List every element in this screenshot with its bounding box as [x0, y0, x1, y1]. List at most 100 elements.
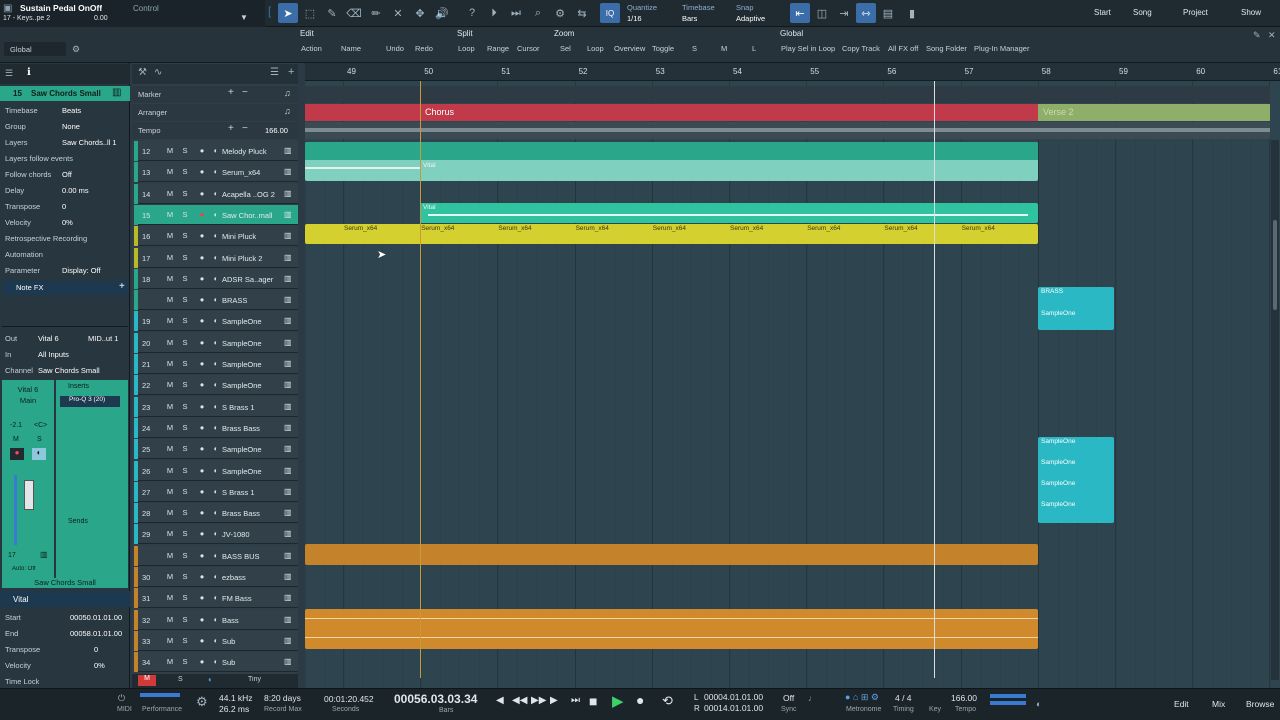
- monitor-button[interactable]: ◐: [210, 358, 222, 370]
- scroll-thumb[interactable]: [1273, 220, 1277, 310]
- solo-button[interactable]: S: [179, 614, 191, 626]
- track-row[interactable]: 17 M S ● ◐ Mini Pluck 2 ▥: [134, 247, 298, 268]
- track-name[interactable]: SampleOne: [222, 381, 284, 390]
- gear-icon[interactable]: ⚙: [550, 3, 570, 23]
- bars-display[interactable]: 00056.03.03.34: [394, 692, 477, 706]
- track-size-select[interactable]: Tiny: [248, 676, 261, 683]
- clip-melody-serum[interactable]: Vital: [305, 142, 1038, 181]
- snap-loop-icon[interactable]: ⇿: [856, 3, 876, 23]
- solo-button[interactable]: S: [179, 465, 191, 477]
- inspector-row[interactable]: Transpose 0: [0, 199, 130, 215]
- loop-icon[interactable]: ⟲: [662, 693, 673, 709]
- monitor-icon[interactable]: ◐: [208, 675, 213, 684]
- menu-icon[interactable]: ☰: [5, 68, 13, 79]
- iq-button[interactable]: IQ: [600, 3, 620, 23]
- monitor-button[interactable]: ◐: [210, 166, 222, 178]
- zoom-loop-button[interactable]: Loop: [587, 44, 604, 56]
- track-name[interactable]: Mini Pluck: [222, 232, 284, 241]
- solo-button[interactable]: S: [179, 188, 191, 200]
- inspector-row-value[interactable]: 0.00 ms: [62, 186, 122, 195]
- inspector-row-value[interactable]: 0: [62, 202, 122, 211]
- solo-button[interactable]: S: [179, 166, 191, 178]
- view-browse-button[interactable]: Browse: [1246, 699, 1274, 709]
- track-row[interactable]: 26 M S ● ◐ SampleOne ▥: [134, 460, 298, 481]
- mute-button[interactable]: M: [164, 145, 176, 157]
- undo-button[interactable]: Undo: [386, 44, 404, 56]
- listen-tool-icon[interactable]: 🔊: [432, 3, 452, 23]
- inspector-row-value[interactable]: 0%: [62, 218, 122, 227]
- mute-button[interactable]: M: [164, 550, 176, 562]
- timeline-ruler[interactable]: [305, 63, 1280, 81]
- solo-button[interactable]: S: [179, 401, 191, 413]
- arranger-section-verse2[interactable]: Verse 2: [1038, 104, 1270, 121]
- tempo-display[interactable]: 166.00: [951, 693, 977, 703]
- mute-button[interactable]: M: [164, 571, 176, 583]
- strip-volume[interactable]: -2.1: [10, 422, 22, 429]
- close-icon[interactable]: ✕: [1268, 30, 1276, 41]
- pin-icon[interactable]: ✎: [1253, 30, 1261, 41]
- metronome-toggle-icon[interactable]: ● ⌂ ⊞ ⚙: [845, 692, 879, 703]
- arrow-tool-icon[interactable]: ➤: [278, 3, 298, 23]
- record-arm-button[interactable]: ●: [196, 422, 208, 434]
- track-name[interactable]: Bass: [222, 616, 284, 625]
- rewind-icon[interactable]: ◀◀: [512, 695, 527, 706]
- track-name[interactable]: Saw Chor..mall: [222, 211, 284, 220]
- tempo-lane[interactable]: [305, 122, 1270, 139]
- snap-events-icon[interactable]: ◫: [812, 3, 832, 23]
- snap-grid-icon[interactable]: ⇤: [790, 3, 810, 23]
- start-value[interactable]: 00050.01.01.00: [70, 613, 122, 622]
- solo-button[interactable]: S: [179, 315, 191, 327]
- track-name[interactable]: JV-1080: [222, 530, 284, 539]
- record-icon[interactable]: ●: [10, 448, 24, 460]
- record-arm-button[interactable]: ●: [196, 486, 208, 498]
- global-solo-button[interactable]: S: [178, 676, 183, 683]
- mute-button[interactable]: M: [164, 315, 176, 327]
- solo-button[interactable]: S: [179, 252, 191, 264]
- end-value[interactable]: 00058.01.01.00: [70, 629, 122, 638]
- zoom-overview-button[interactable]: Overview: [614, 44, 645, 56]
- solo-button[interactable]: S: [179, 230, 191, 242]
- monitor-button[interactable]: ◐: [210, 614, 222, 626]
- monitor-button[interactable]: ◐: [210, 337, 222, 349]
- metronome-small-icon[interactable]: ▮: [902, 3, 922, 23]
- snap-cursor-icon[interactable]: ⇥: [834, 3, 854, 23]
- record-arm-button[interactable]: ●: [196, 188, 208, 200]
- snap-value[interactable]: Adaptive: [736, 14, 765, 23]
- split-tool-icon[interactable]: ✎: [322, 3, 342, 23]
- monitor-button[interactable]: ◐: [210, 230, 222, 242]
- sync-value[interactable]: Off: [783, 693, 794, 703]
- skip-end-icon[interactable]: ⏭: [571, 695, 580, 706]
- record-arm-button[interactable]: ●: [196, 230, 208, 242]
- track-row[interactable]: 29 M S ● ◐ JV-1080 ▥: [134, 524, 298, 545]
- arranger-section-chorus[interactable]: Chorus: [305, 104, 1038, 121]
- zoom-l-button[interactable]: L: [752, 44, 756, 56]
- add-track-icon[interactable]: +: [288, 66, 294, 78]
- inspector-row-value[interactable]: Display: Off: [62, 266, 122, 275]
- track-name[interactable]: Acapella ..OG 2: [222, 190, 284, 199]
- clip-transpose-value[interactable]: 0: [94, 645, 98, 654]
- strip-solo[interactable]: S: [37, 436, 42, 443]
- strip-mute[interactable]: M: [13, 436, 19, 443]
- inspector-row[interactable]: Parameter Display: Off: [0, 263, 130, 279]
- mute-button[interactable]: M: [164, 422, 176, 434]
- record-arm-button[interactable]: ●: [196, 635, 208, 647]
- clip-saw-chords[interactable]: Vital: [420, 203, 1038, 223]
- track-row[interactable]: M S ● ◐ BRASS ▥: [134, 290, 298, 311]
- track-row[interactable]: 27 M S ● ◐ S Brass 1 ▥: [134, 481, 298, 502]
- track-name[interactable]: BRASS: [222, 296, 284, 305]
- page-project[interactable]: Project: [1183, 8, 1208, 17]
- page-song[interactable]: Song: [1133, 8, 1152, 17]
- track-row[interactable]: 19 M S ● ◐ SampleOne ▥: [134, 311, 298, 332]
- mute-button[interactable]: M: [164, 252, 176, 264]
- monitor-icon[interactable]: ◐: [32, 448, 46, 460]
- quantize-value[interactable]: 1/16: [627, 14, 642, 23]
- track-name[interactable]: ADSR Sa..ager: [222, 275, 284, 284]
- split-cursor-button[interactable]: Cursor: [517, 44, 540, 56]
- monitor-button[interactable]: ◐: [210, 507, 222, 519]
- track-name[interactable]: Brass Bass: [222, 509, 284, 518]
- monitor-button[interactable]: ◐: [210, 379, 222, 391]
- monitor-button[interactable]: ◐: [210, 571, 222, 583]
- record-arm-button[interactable]: ●: [196, 252, 208, 264]
- insert-slot-1[interactable]: Pro-Q 3 (20): [60, 396, 120, 407]
- remove-marker-icon[interactable]: −: [242, 87, 248, 98]
